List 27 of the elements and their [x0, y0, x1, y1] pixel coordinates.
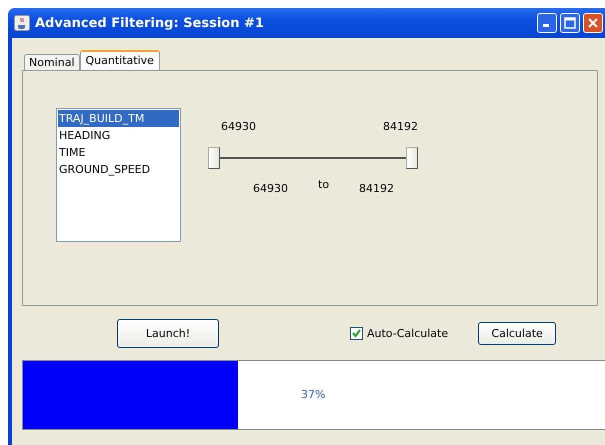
- tab[interactable]: Quantitative: [80, 50, 160, 70]
- range-slider[interactable]: [208, 147, 418, 169]
- min-label: 64930: [221, 120, 256, 133]
- range-to: 84192: [359, 182, 394, 195]
- slider-thumb[interactable]: [208, 147, 220, 169]
- range-from: 64930: [253, 182, 288, 195]
- close-icon: [587, 17, 599, 29]
- coffee-cup-icon: [14, 15, 30, 31]
- tab[interactable]: Nominal: [24, 54, 80, 70]
- check-icon: [352, 328, 361, 338]
- max-label: 84192: [383, 120, 418, 133]
- progress-label: 37%: [301, 388, 326, 401]
- auto-calculate-checkbox[interactable]: Auto-Calculate: [350, 326, 448, 340]
- list-item[interactable]: GROUND_SPEED: [58, 161, 179, 178]
- calculate-button[interactable]: Calculate: [478, 322, 556, 344]
- range-separator: to: [318, 178, 330, 191]
- list-item[interactable]: HEADING: [58, 127, 179, 144]
- launch-button[interactable]: Launch!: [117, 318, 219, 348]
- maximize-button[interactable]: [560, 13, 580, 33]
- minimize-button[interactable]: [537, 13, 557, 33]
- slider-thumb[interactable]: [406, 147, 418, 169]
- window-title: Advanced Filtering: Session #1: [35, 16, 265, 30]
- checkbox[interactable]: [350, 326, 363, 340]
- close-button[interactable]: [583, 13, 603, 33]
- list-item[interactable]: TIME: [58, 144, 179, 161]
- list-item[interactable]: TRAJ_BUILD_TM: [58, 110, 179, 127]
- maximize-icon: [564, 17, 576, 29]
